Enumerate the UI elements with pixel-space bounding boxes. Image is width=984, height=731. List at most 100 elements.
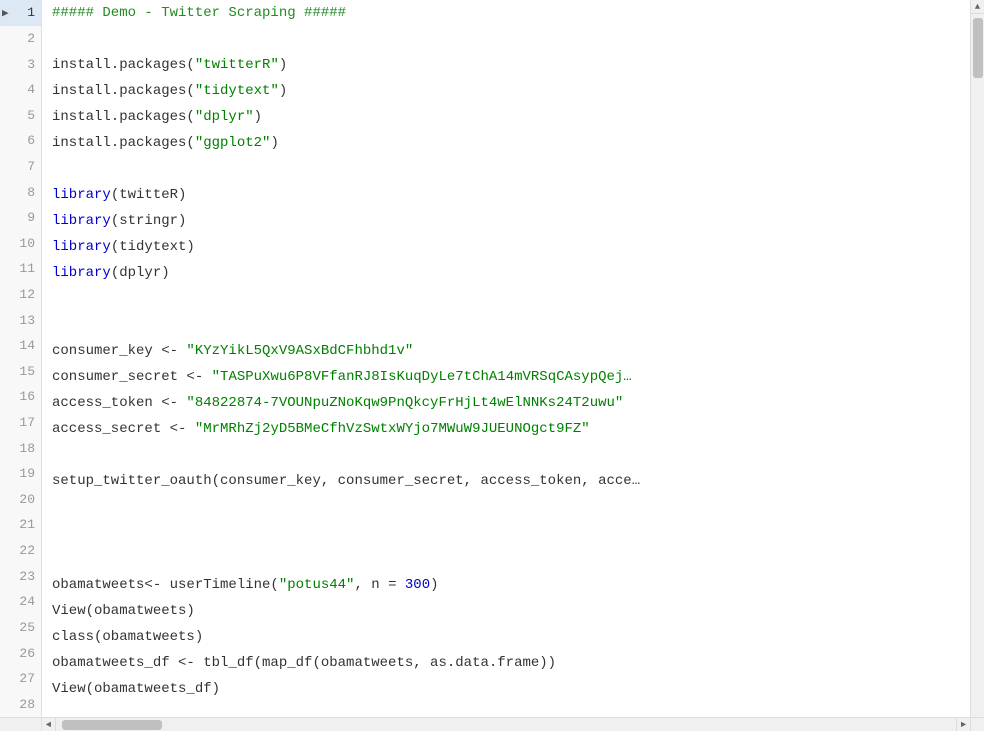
code-line-27: View(obamatweets_df)	[52, 676, 970, 702]
code-line-5: install.packages("dplyr")	[52, 104, 970, 130]
line-number-23: 23	[0, 563, 41, 589]
token-string: "twitterR"	[195, 57, 279, 73]
token-plain: consumer_secret <-	[52, 369, 212, 385]
line-number-20: 20	[0, 487, 41, 513]
token-plain: )	[279, 83, 287, 99]
scrollbar-right-arrow[interactable]: ►	[956, 718, 970, 731]
line-number-6: 6	[0, 128, 41, 154]
line-number-16: 16	[0, 384, 41, 410]
token-string: "MrMRhZj2yD5BMeCfhVzSwtxWYjo7MWuW9JUEUNO…	[195, 421, 590, 437]
line-number-18: 18	[0, 435, 41, 461]
token-plain: (twitteR)	[111, 187, 187, 203]
scrollbar-up-arrow[interactable]: ▲	[971, 0, 984, 14]
token-number-val: 300	[405, 577, 430, 593]
h-scrollbar-thumb[interactable]	[62, 720, 162, 730]
token-string: "TASPuXwu6P8VFfanRJ8IsKuqDyLe7tChA14mVRS…	[212, 369, 632, 385]
line-number-2: 2	[0, 26, 41, 52]
line-number-19: 19	[0, 461, 41, 487]
code-line-1: ##### Demo - Twitter Scraping #####	[52, 0, 970, 26]
token-comment: ##### Demo - Twitter Scraping #####	[52, 5, 346, 21]
line-number-12: 12	[0, 282, 41, 308]
token-plain: View(obamatweets)	[52, 603, 195, 619]
token-plain: obamatweets<- userTimeline(	[52, 577, 279, 593]
scrollbar-thumb[interactable]	[973, 18, 983, 78]
token-plain: )	[279, 57, 287, 73]
code-line-15: consumer_secret <- "TASPuXwu6P8VFfanRJ8I…	[52, 364, 970, 390]
line-numbers: ▶123456789101112131415161718192021222324…	[0, 0, 42, 717]
code-line-13	[52, 312, 970, 338]
token-plain: install.packages(	[52, 57, 195, 73]
token-plain: install.packages(	[52, 109, 195, 125]
token-plain: setup_twitter_oauth(consumer_key, consum…	[52, 473, 640, 489]
code-line-21	[52, 520, 970, 546]
code-line-19: setup_twitter_oauth(consumer_key, consum…	[52, 468, 970, 494]
code-line-16: access_token <- "84822874-7VOUNpuZNoKqw9…	[52, 390, 970, 416]
line-number-1: ▶1	[0, 0, 41, 26]
h-scrollbar-track[interactable]	[56, 718, 956, 731]
token-string: "dplyr"	[195, 109, 254, 125]
code-line-23: obamatweets<- userTimeline("potus44", n …	[52, 572, 970, 598]
bottom-row: ◄ ►	[0, 717, 984, 731]
scrollbar-corner	[970, 717, 984, 731]
token-plain: consumer_key <-	[52, 343, 186, 359]
line-number-8: 8	[0, 179, 41, 205]
token-plain: install.packages(	[52, 83, 195, 99]
line-number-21: 21	[0, 512, 41, 538]
line-number-14: 14	[0, 333, 41, 359]
token-plain: )	[430, 577, 438, 593]
token-keyword: library	[52, 239, 111, 255]
line-number-9: 9	[0, 205, 41, 231]
token-plain: class(obamatweets)	[52, 629, 203, 645]
line-number-15: 15	[0, 359, 41, 385]
line-numbers-corner	[0, 717, 42, 731]
code-line-18	[52, 442, 970, 468]
vertical-scrollbar[interactable]: ▲	[970, 0, 984, 717]
code-line-9: library(stringr)	[52, 208, 970, 234]
code-line-14: consumer_key <- "KYzYikL5QxV9ASxBdCFhbhd…	[52, 338, 970, 364]
code-line-11: library(dplyr)	[52, 260, 970, 286]
token-plain: (stringr)	[111, 213, 187, 229]
token-keyword: library	[52, 187, 111, 203]
code-line-10: library(tidytext)	[52, 234, 970, 260]
code-line-22	[52, 546, 970, 572]
line-number-22: 22	[0, 538, 41, 564]
token-string: "ggplot2"	[195, 135, 271, 151]
line-number-17: 17	[0, 410, 41, 436]
token-plain: View(obamatweets_df)	[52, 681, 220, 697]
token-string: "potus44"	[279, 577, 355, 593]
code-content[interactable]: ##### Demo - Twitter Scraping ##### inst…	[42, 0, 970, 717]
code-line-28	[52, 702, 970, 717]
line-number-27: 27	[0, 666, 41, 692]
token-string: "tidytext"	[195, 83, 279, 99]
code-line-7	[52, 156, 970, 182]
token-plain: install.packages(	[52, 135, 195, 151]
line-number-4: 4	[0, 77, 41, 103]
line-number-24: 24	[0, 589, 41, 615]
code-line-8: library(twitteR)	[52, 182, 970, 208]
line-number-28: 28	[0, 691, 41, 717]
token-string: "KYzYikL5QxV9ASxBdCFhbhd1v"	[186, 343, 413, 359]
code-line-4: install.packages("tidytext")	[52, 78, 970, 104]
scrollbar-left-arrow[interactable]: ◄	[42, 718, 56, 731]
code-line-24: View(obamatweets)	[52, 598, 970, 624]
horizontal-scrollbar[interactable]: ◄ ►	[42, 717, 970, 731]
token-plain: (dplyr)	[111, 265, 170, 281]
line-number-11: 11	[0, 256, 41, 282]
code-line-25: class(obamatweets)	[52, 624, 970, 650]
code-area: ▶123456789101112131415161718192021222324…	[0, 0, 984, 717]
line-number-10: 10	[0, 230, 41, 256]
code-line-20	[52, 494, 970, 520]
token-keyword: library	[52, 213, 111, 229]
line-number-13: 13	[0, 307, 41, 333]
token-plain: (tidytext)	[111, 239, 195, 255]
line-number-25: 25	[0, 615, 41, 641]
code-line-6: install.packages("ggplot2")	[52, 130, 970, 156]
line-number-3: 3	[0, 51, 41, 77]
code-line-12	[52, 286, 970, 312]
line-number-26: 26	[0, 640, 41, 666]
token-keyword: library	[52, 265, 111, 281]
code-line-26: obamatweets_df <- tbl_df(map_df(obamatwe…	[52, 650, 970, 676]
token-plain: )	[254, 109, 262, 125]
token-plain: obamatweets_df <- tbl_df(map_df(obamatwe…	[52, 655, 556, 671]
line-number-7: 7	[0, 154, 41, 180]
